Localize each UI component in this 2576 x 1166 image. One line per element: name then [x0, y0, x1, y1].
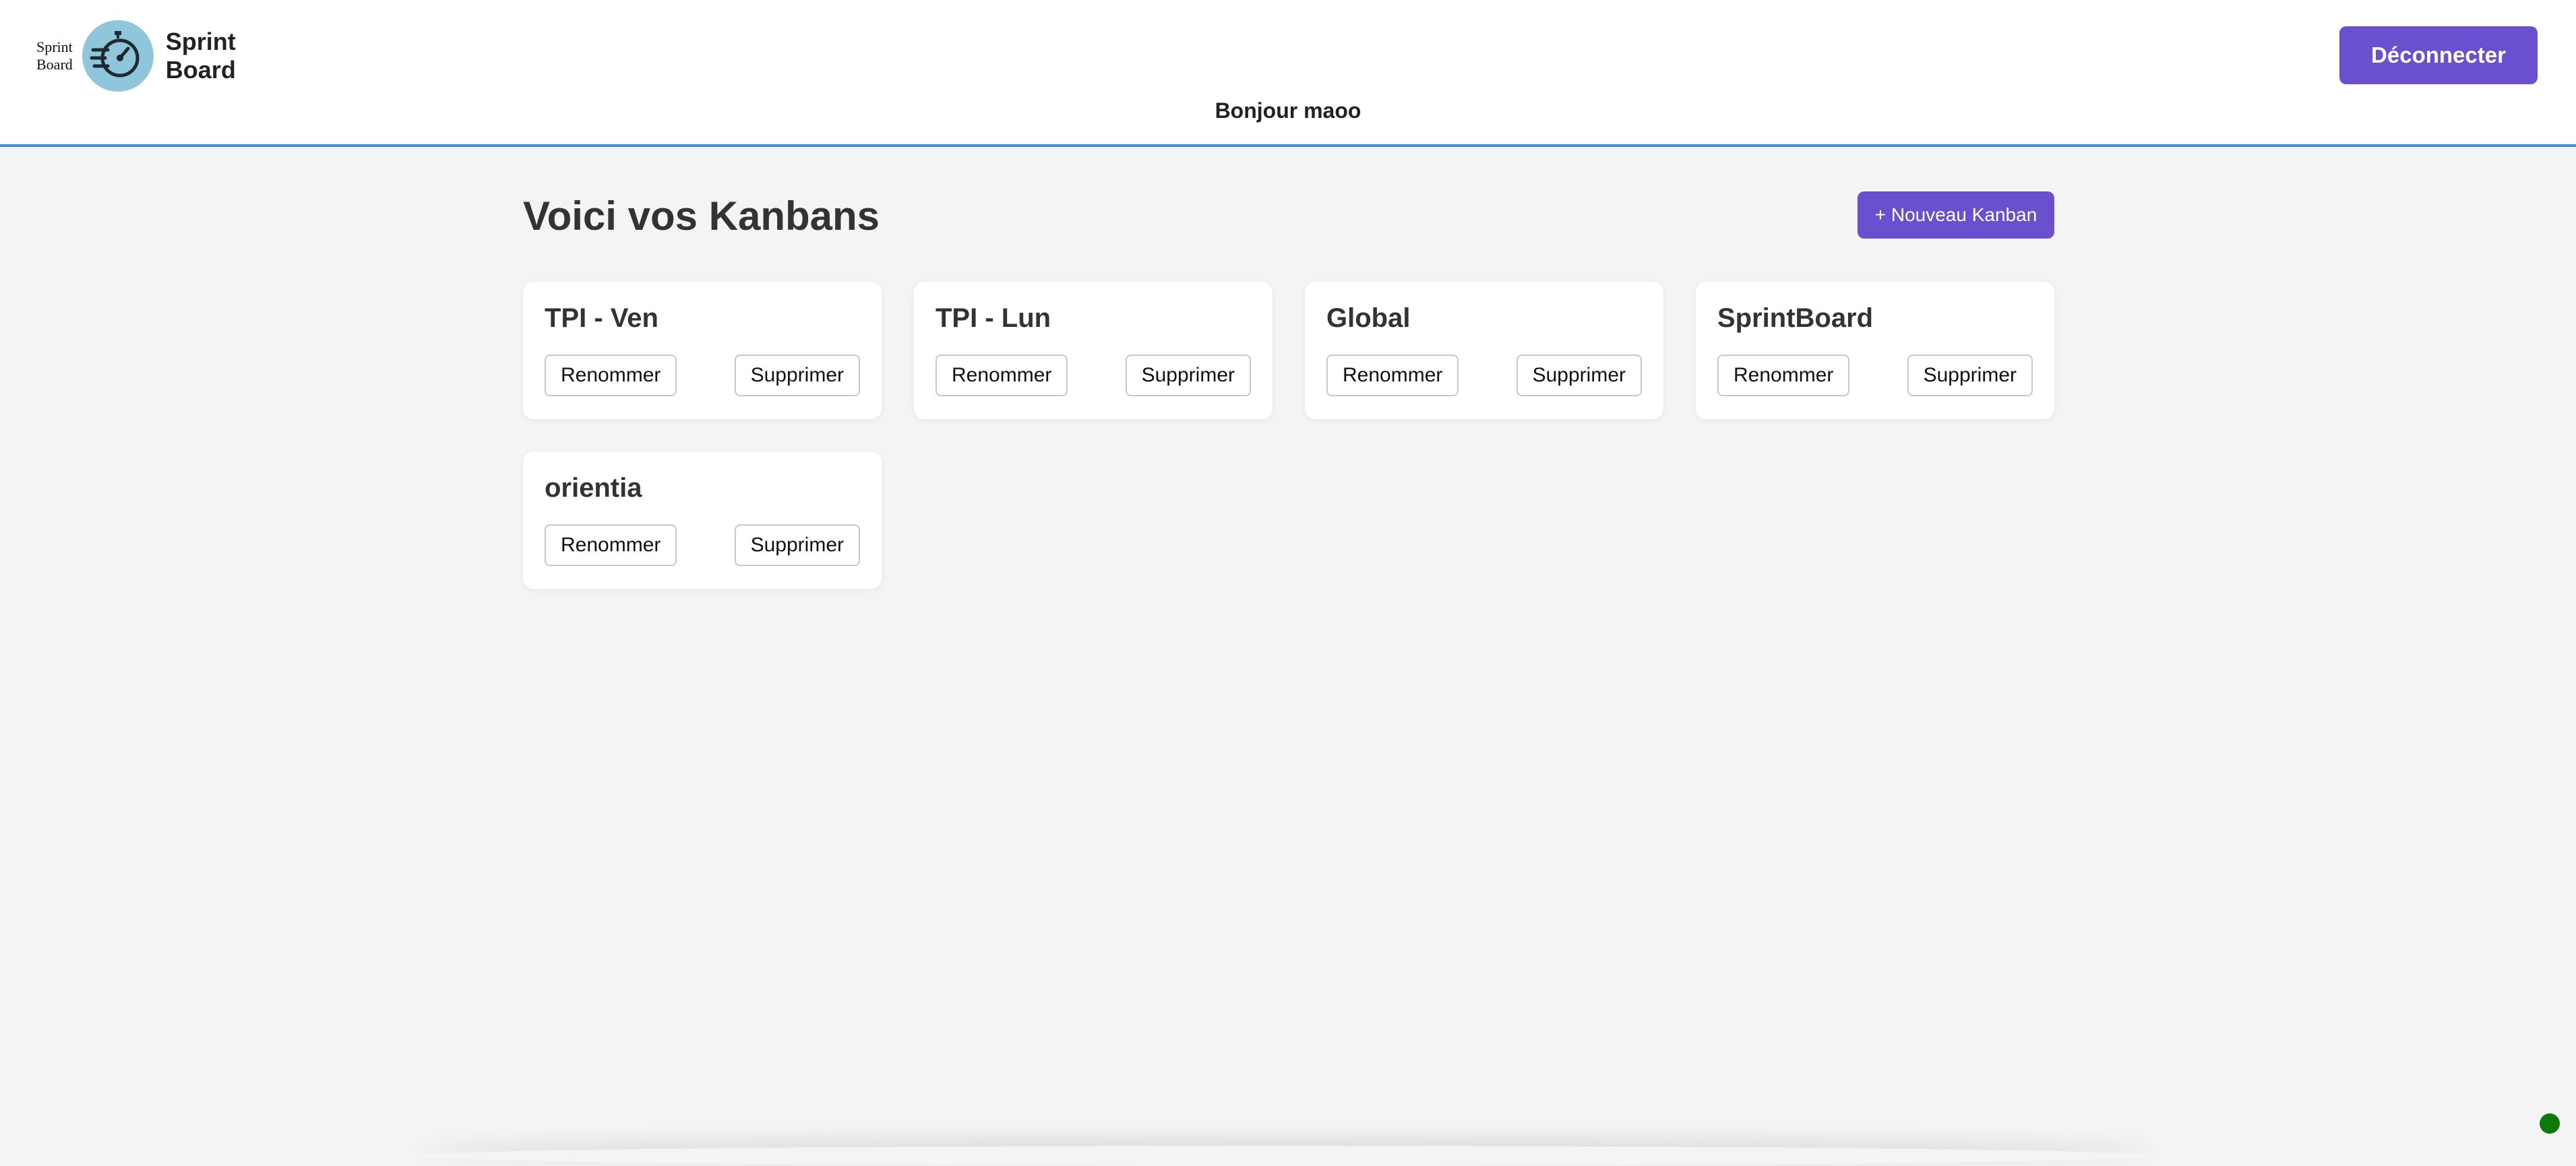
kanban-title[interactable]: TPI - Lun — [936, 303, 1051, 334]
kanban-grid: TPI - Ven Renommer Supprimer TPI - Lun R… — [523, 282, 2054, 589]
delete-button[interactable]: Supprimer — [1516, 355, 1642, 396]
kanban-card[interactable]: SprintBoard Renommer Supprimer — [1696, 282, 2054, 419]
rename-button[interactable]: Renommer — [545, 355, 677, 396]
logo-title: Sprint Board — [166, 28, 236, 84]
delete-button[interactable]: Supprimer — [735, 524, 860, 566]
kanban-card[interactable]: TPI - Lun Renommer Supprimer — [914, 282, 1272, 419]
rename-button[interactable]: Renommer — [545, 524, 677, 566]
kanban-title[interactable]: SprintBoard — [1717, 303, 1873, 334]
kanban-title[interactable]: TPI - Ven — [545, 303, 658, 334]
bottom-shadow — [418, 1146, 2157, 1166]
greeting-text: Bonjour maoo — [0, 98, 2576, 123]
title-row: Voici vos Kanbans + Nouveau Kanban — [523, 191, 2054, 240]
logo-big-line2: Board — [166, 56, 236, 84]
logo-big-line1: Sprint — [166, 28, 236, 56]
delete-button[interactable]: Supprimer — [1126, 355, 1251, 396]
rename-button[interactable]: Renommer — [1717, 355, 1849, 396]
kanban-card[interactable]: TPI - Ven Renommer Supprimer — [523, 282, 882, 419]
status-indicator — [2540, 1113, 2560, 1134]
logo-small-line1: Sprint — [36, 38, 73, 56]
delete-button[interactable]: Supprimer — [1907, 355, 2033, 396]
kanban-title[interactable]: orientia — [545, 473, 642, 503]
page-title: Voici vos Kanbans — [523, 193, 880, 239]
stopwatch-icon — [82, 20, 154, 92]
delete-button[interactable]: Supprimer — [735, 355, 860, 396]
main-content: Voici vos Kanbans + Nouveau Kanban TPI -… — [523, 191, 2054, 240]
logout-button[interactable]: Déconnecter — [2339, 26, 2538, 84]
new-kanban-button[interactable]: + Nouveau Kanban — [1858, 191, 2054, 239]
logo[interactable]: Sprint Board Sprint Board — [36, 20, 236, 92]
app-header: Sprint Board Sprint Board Déc — [0, 0, 2576, 147]
kanban-title[interactable]: Global — [1326, 303, 1410, 334]
kanban-card[interactable]: orientia Renommer Supprimer — [523, 452, 882, 589]
logo-small-text: Sprint Board — [36, 38, 73, 73]
rename-button[interactable]: Renommer — [1326, 355, 1459, 396]
logo-small-line2: Board — [36, 56, 73, 73]
kanban-card[interactable]: Global Renommer Supprimer — [1305, 282, 1663, 419]
rename-button[interactable]: Renommer — [936, 355, 1068, 396]
